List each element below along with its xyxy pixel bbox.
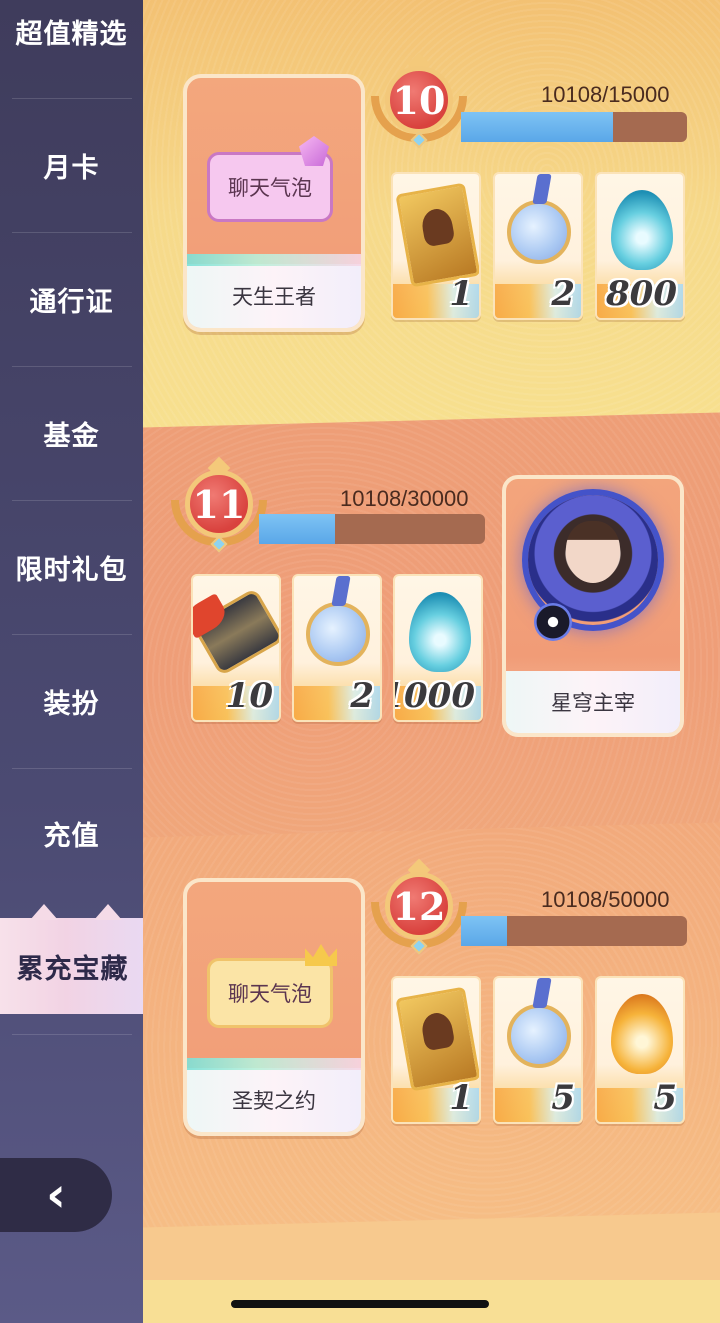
blue-flame-icon [611,190,673,270]
sidebar-item-label: 充值 [43,820,100,852]
sidebar-item-recharge[interactable]: 充值 [0,766,143,900]
potion-icon [507,200,571,264]
reward-card-caption: 星穹主宰 [506,671,680,733]
reward-card-caption: 天生王者 [187,254,361,328]
progress-bar [259,514,485,544]
level-badge: 12 [371,858,467,958]
character-card-icon [395,986,479,1092]
reward-card-caption: 圣契之约 [187,1058,361,1132]
sidebar-item-label: 基金 [43,420,100,452]
home-indicator[interactable] [231,1300,489,1308]
bubble-label: 聊天气泡 [228,982,312,1006]
reward-item[interactable]: 5 [493,976,583,1124]
progress-fill [259,514,336,544]
item-quantity: 2 [350,676,374,716]
crown-icon [305,944,337,966]
blue-flame-icon [409,592,471,672]
progress-text: 10108/50000 [541,887,670,912]
level-number: 10 [385,66,453,134]
reward-card-chat-bubble[interactable]: 聊天气泡 天生王者 [183,74,365,332]
sidebar-divider [12,1034,132,1035]
avatar [566,521,620,583]
reward-item[interactable]: 2 [493,172,583,320]
sidebar: 超值精选 月卡 通行证 基金 限时礼包 装扮 充值 累充宝藏 ‹ [0,0,145,1323]
character-card-icon [395,182,479,288]
gold-flame-icon [611,994,673,1074]
sidebar-item-label: 限时礼包 [15,554,128,586]
item-quantity: 800 [606,274,677,314]
sidebar-item-monthly-card[interactable]: 月卡 [0,98,143,232]
potion-icon [507,1004,571,1068]
scroll-icon [193,587,279,677]
reward-card-chat-bubble[interactable]: 聊天气泡 圣契之约 [183,878,365,1136]
reward-item[interactable]: 1 [391,976,481,1124]
reward-item[interactable]: 2 [292,574,382,722]
reward-name: 圣契之约 [232,1089,316,1113]
progress-bar [461,112,687,142]
orb-icon [534,603,572,641]
item-quantity: 1 [449,1078,473,1118]
potion-icon [306,602,370,666]
level-number: 12 [385,872,453,940]
item-quantity: 5 [653,1078,677,1118]
progress-text: 10108/30000 [340,486,469,511]
sidebar-item-label: 通行证 [29,286,114,318]
sidebar-item-label: 装扮 [43,688,100,720]
bubble-label: 聊天气泡 [228,176,312,200]
sidebar-item-limited-pack[interactable]: 限时礼包 [0,500,143,634]
reward-item[interactable]: 5 [595,976,685,1124]
sidebar-item-fund[interactable]: 基金 [0,366,143,500]
level-badge: 10 [371,52,467,152]
sidebar-item-cumulative-treasure[interactable]: 累充宝藏 [0,904,145,1014]
reward-item[interactable]: 1 [391,172,481,320]
sidebar-item-outfit[interactable]: 装扮 [0,634,143,768]
main-panel: 聊天气泡 天生王者 10 10108/15000 1 2 800 11 1010… [143,0,720,1323]
cat-ear-right [94,904,122,920]
level-badge: 11 [171,456,267,556]
item-quantity: 1000 [395,676,475,716]
item-quantity: 5 [551,1078,575,1118]
back-button[interactable]: ‹ [0,1158,112,1232]
cat-ear-left [30,904,58,920]
item-quantity: 1 [449,274,473,314]
sidebar-item-featured[interactable]: 超值精选 [0,0,143,98]
sidebar-item-label: 超值精选 [15,18,128,50]
sidebar-item-label: 月卡 [43,152,100,184]
progress-bar [461,916,687,946]
chevron-left-icon: ‹ [46,1167,66,1223]
item-quantity: 2 [551,274,575,314]
reward-item[interactable]: 1000 [393,574,483,722]
reward-item[interactable]: 10 [191,574,281,722]
progress-text: 10108/15000 [541,82,670,107]
chat-bubble-preview: 聊天气泡 [207,958,333,1028]
sidebar-item-pass[interactable]: 通行证 [0,232,143,366]
progress-fill [461,112,614,142]
reward-item[interactable]: 800 [595,172,685,320]
level-number: 11 [185,470,253,538]
item-quantity: 10 [225,676,273,716]
reward-card-avatar-frame[interactable]: 星穹主宰 [502,475,684,737]
reward-name: 天生王者 [232,285,316,309]
progress-fill [461,916,507,946]
reward-name: 星穹主宰 [551,691,635,715]
sidebar-item-label: 累充宝藏 [16,953,129,985]
